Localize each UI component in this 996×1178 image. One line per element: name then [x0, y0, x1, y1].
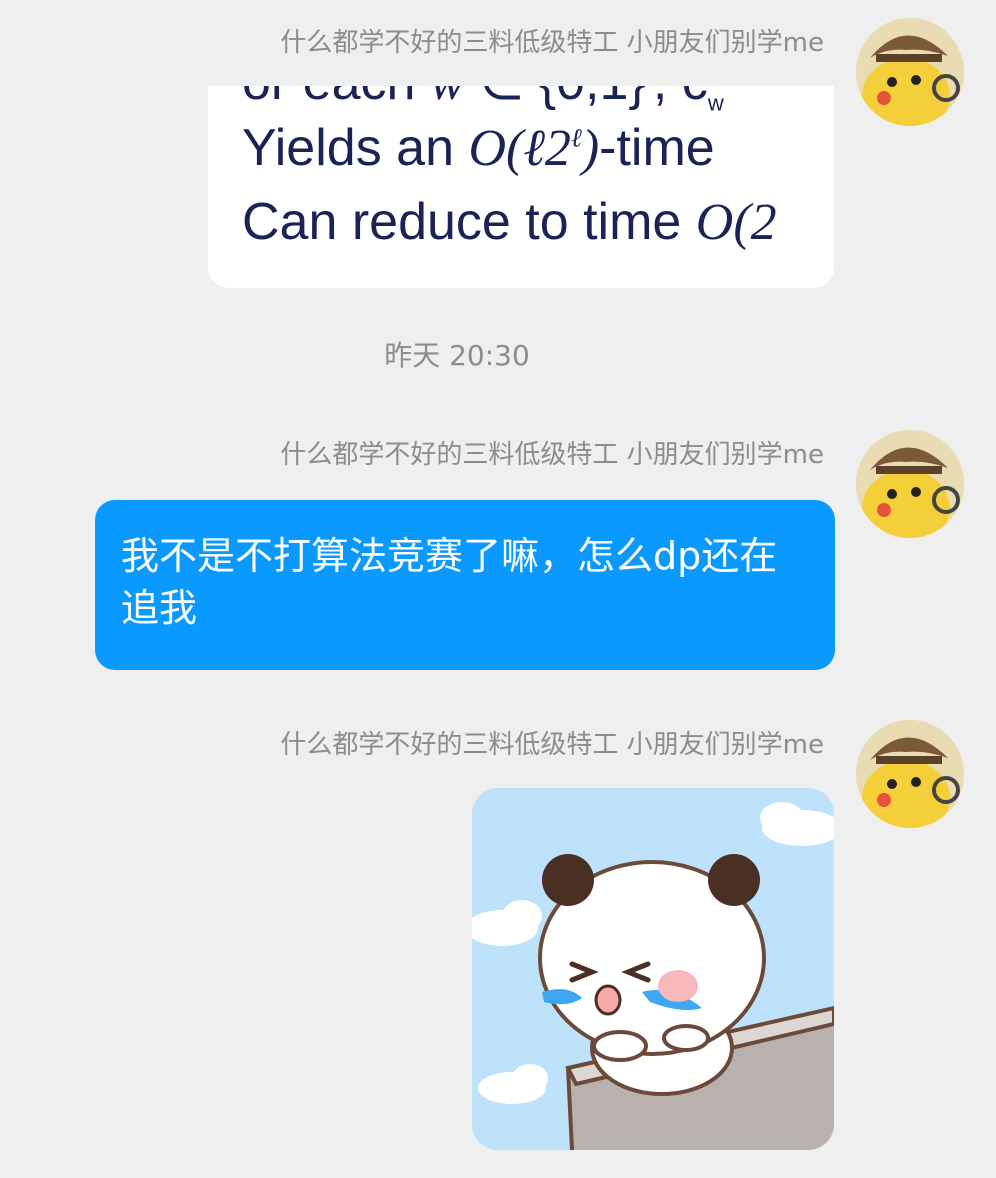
text-message-bubble[interactable]: 我不是不打算法竞赛了嘛，怎么dp还在追我: [95, 500, 835, 670]
slide-line-2-text: Can reduce to time: [242, 193, 682, 251]
sender-name: 什么都学不好的三料低级特工 小朋友们别学me: [280, 440, 824, 470]
pikachu-detective-avatar-icon: [856, 720, 964, 828]
sticker-message[interactable]: [472, 788, 834, 1150]
avatar[interactable]: [856, 720, 964, 828]
timestamp: 昨天 20:30: [384, 339, 530, 372]
sender-name: 什么都学不好的三料低级特工 小朋友们别学me: [280, 730, 824, 760]
crying-panda-sticker-icon: [472, 788, 834, 1150]
slide-line-1-text: Yields an: [242, 119, 454, 177]
slide-formula: O(ℓ2ℓ): [468, 120, 600, 177]
pikachu-detective-avatar-icon: [856, 430, 964, 538]
pikachu-detective-avatar-icon: [856, 18, 964, 126]
sender-name: 什么都学不好的三料低级特工 小朋友们别学me: [280, 28, 824, 58]
slide-line-1-suffix: -time: [599, 119, 715, 177]
slide-partial-line: or each w ∈ {0,1}ℓ, cw: [242, 86, 724, 116]
avatar[interactable]: [856, 18, 964, 126]
image-message[interactable]: or each w ∈ {0,1}ℓ, cw Yields an O(ℓ2ℓ)-…: [208, 86, 834, 288]
avatar[interactable]: [856, 430, 964, 538]
slide-formula-2: O(2: [695, 194, 777, 251]
